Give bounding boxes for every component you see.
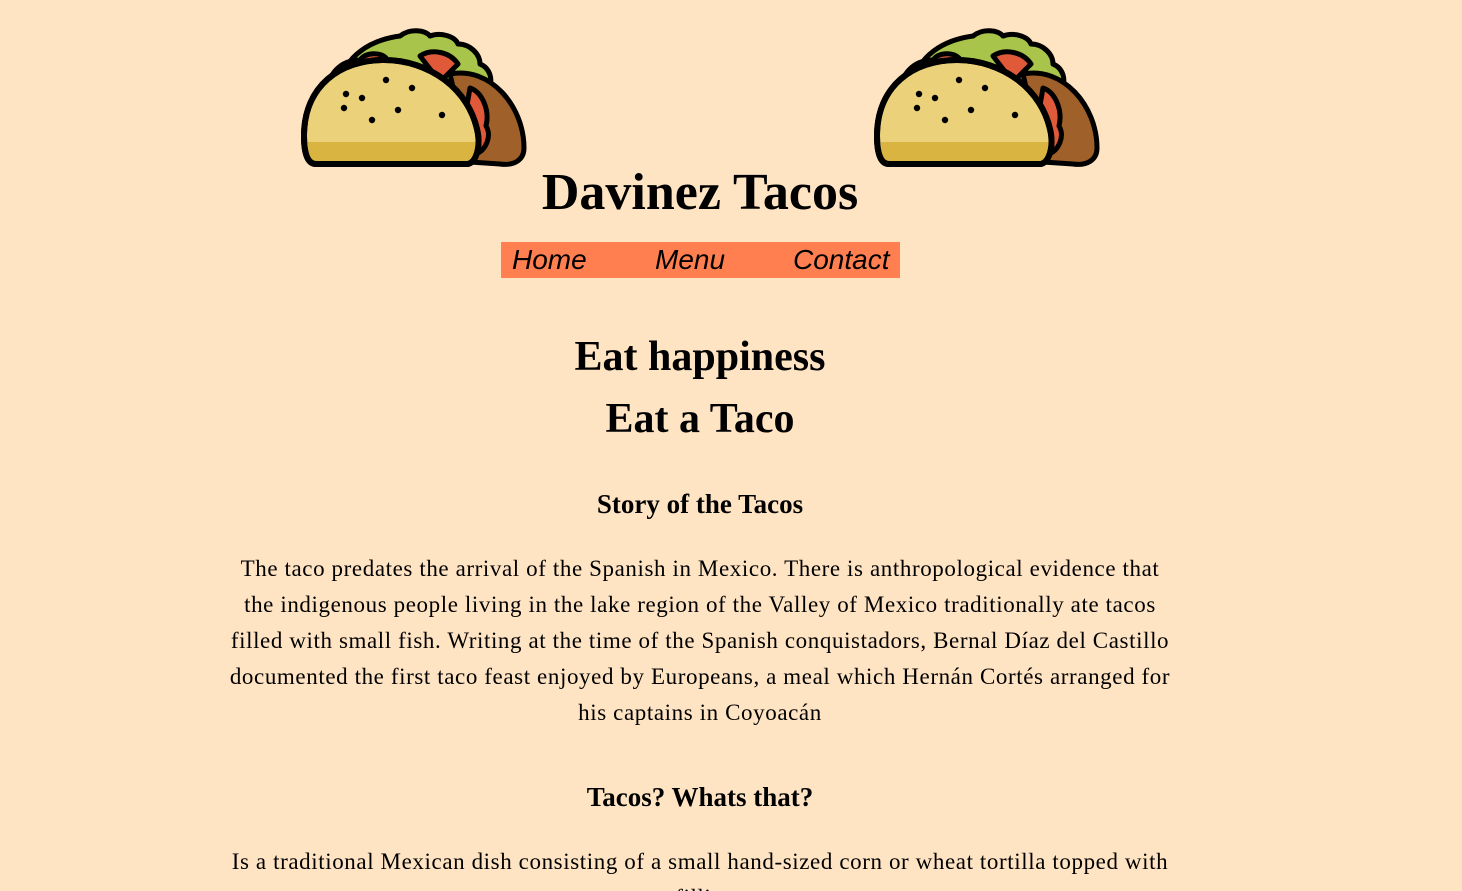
hero-tagline-line1: Eat happiness xyxy=(574,334,826,380)
site-title: Davinez Tacos xyxy=(541,164,859,221)
main-nav: Home Menu Contact xyxy=(501,242,900,278)
hero-tagline-line2: Eat a Taco xyxy=(605,396,795,442)
nav-link-home[interactable]: Home xyxy=(512,243,587,277)
taco-icon xyxy=(874,28,1100,167)
nav-link-menu[interactable]: Menu xyxy=(655,243,725,277)
taco-icon xyxy=(301,28,527,167)
section-text-story: The taco predates the arrival of the Spa… xyxy=(229,556,1171,725)
section-text-what: Is a traditional Mexican dish consisting… xyxy=(231,849,1169,891)
nav-link-contact[interactable]: Contact xyxy=(793,243,890,277)
section-heading-story: Story of the Tacos xyxy=(596,489,804,519)
section-heading-what: Tacos? Whats that? xyxy=(586,782,814,812)
